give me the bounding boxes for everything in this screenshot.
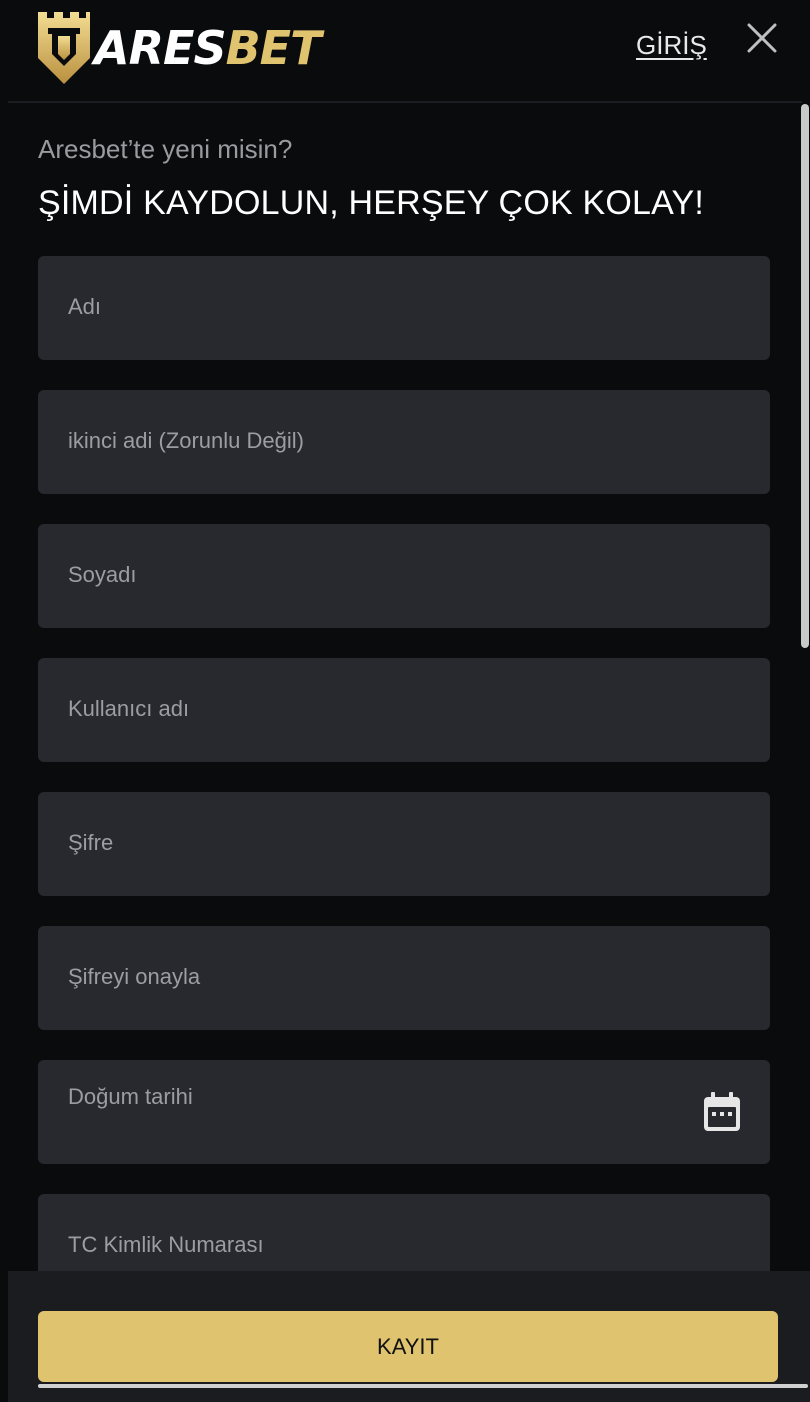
password-placeholder: Şifre	[68, 830, 114, 855]
header-divider	[8, 101, 802, 103]
tc-id-placeholder: TC Kimlik Numarası	[68, 1232, 264, 1257]
confirm-password-placeholder: Şifreyi onayla	[68, 964, 201, 989]
logo-wordmark: ARES BET	[94, 21, 322, 75]
register-button[interactable]: KAYIT	[38, 1311, 778, 1382]
close-icon[interactable]	[744, 20, 780, 56]
intro-subtitle: Aresbet’te yeni misin?	[38, 134, 293, 164]
confirm-password-field[interactable]: Şifreyi onayla	[38, 926, 770, 1030]
castle-helmet-logo-icon	[38, 12, 90, 84]
logo-text-bet: BET	[225, 21, 322, 75]
page-title: ŞİMDİ KAYDOLUN, HERŞEY ÇOK KOLAY!	[38, 184, 704, 222]
middle-name-field[interactable]: ikinci adi (Zorunlu Değil)	[38, 390, 770, 494]
username-field[interactable]: Kullanıcı adı	[38, 658, 770, 762]
last-name-field[interactable]: Soyadı	[38, 524, 770, 628]
birth-date-placeholder: Doğum tarihi	[68, 1084, 193, 1109]
calendar-icon[interactable]	[702, 1090, 742, 1134]
username-placeholder: Kullanıcı adı	[68, 696, 190, 721]
bottom-scroll-indicator	[38, 1384, 808, 1388]
login-link[interactable]: GİRİŞ	[636, 30, 707, 61]
scrollbar-thumb[interactable]	[801, 104, 809, 648]
birth-date-field[interactable]: Doğum tarihi	[38, 1060, 770, 1164]
logo-text-ares: ARES	[94, 21, 227, 75]
middle-name-placeholder: ikinci adi (Zorunlu Değil)	[68, 428, 304, 453]
registration-page: ARES BET GİRİŞ Aresbet’te yeni misin? ŞİM…	[0, 0, 810, 1402]
header: ARES BET GİRİŞ	[0, 0, 810, 102]
first-name-field[interactable]: Adı	[38, 256, 770, 360]
first-name-placeholder: Adı	[68, 294, 102, 319]
last-name-placeholder: Soyadı	[68, 562, 137, 587]
logo[interactable]: ARES BET	[36, 10, 322, 86]
password-field[interactable]: Şifre	[38, 792, 770, 896]
